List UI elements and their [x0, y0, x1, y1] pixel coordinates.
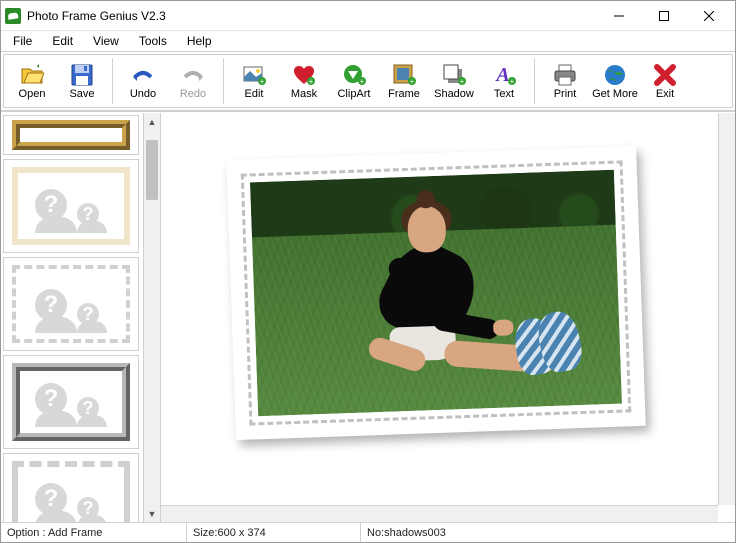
- menu-view[interactable]: View: [85, 32, 127, 50]
- svg-text:A: A: [494, 64, 509, 86]
- print-button[interactable]: Print: [541, 57, 589, 105]
- getmore-label: Get More: [592, 89, 638, 100]
- close-button[interactable]: [686, 2, 731, 30]
- photo-image: [250, 170, 622, 417]
- edit-label: Edit: [245, 89, 264, 100]
- shadow-label: Shadow: [434, 89, 474, 100]
- mask-label: Mask: [291, 89, 317, 100]
- placeholder-icon: ? ?: [24, 179, 118, 233]
- open-label: Open: [19, 89, 46, 100]
- status-bar: Option : Add Frame Size:600 x 374 No:sha…: [1, 522, 735, 542]
- exit-x-icon: [653, 63, 677, 87]
- svg-text:+: +: [360, 77, 365, 86]
- frame-button[interactable]: + Frame: [380, 57, 428, 105]
- svg-text:+: +: [460, 77, 465, 86]
- globe-icon: [603, 63, 627, 87]
- scroll-thumb[interactable]: [146, 140, 158, 200]
- status-size: Size:600 x 374: [187, 523, 361, 542]
- svg-text:+: +: [309, 77, 314, 86]
- open-folder-icon: [20, 63, 44, 87]
- save-label: Save: [69, 89, 94, 100]
- save-floppy-icon: [70, 63, 94, 87]
- status-option: Option : Add Frame: [1, 523, 187, 542]
- sidebar-scrollbar[interactable]: ▲ ▼: [143, 113, 160, 522]
- clipart-label: ClipArt: [337, 89, 370, 100]
- redo-arrow-icon: [181, 63, 205, 87]
- app-icon: [5, 8, 21, 24]
- text-label: Text: [494, 89, 514, 100]
- undo-button[interactable]: Undo: [119, 57, 167, 105]
- placeholder-icon: ? ?: [26, 377, 116, 427]
- canvas-scrollbar-vertical[interactable]: [718, 113, 735, 505]
- redo-button[interactable]: Redo: [169, 57, 217, 105]
- redo-label: Redo: [180, 89, 206, 100]
- toolbar-separator: [223, 58, 224, 104]
- svg-text:+: +: [510, 77, 515, 86]
- photo-frame[interactable]: [226, 146, 646, 440]
- print-label: Print: [554, 89, 577, 100]
- maximize-button[interactable]: [641, 2, 686, 30]
- text-icon: A+: [492, 63, 516, 87]
- frame-icon: +: [392, 63, 416, 87]
- toolbar-separator: [112, 58, 113, 104]
- printer-icon: [553, 63, 577, 87]
- clipart-button[interactable]: + ClipArt: [330, 57, 378, 105]
- getmore-button[interactable]: Get More: [591, 57, 639, 105]
- svg-text:+: +: [410, 77, 415, 86]
- text-button[interactable]: A+ Text: [480, 57, 528, 105]
- frame-thumb-cream[interactable]: ? ?: [3, 159, 139, 253]
- exit-button[interactable]: Exit: [641, 57, 689, 105]
- frame-label: Frame: [388, 89, 420, 100]
- frame-thumb-gold[interactable]: [3, 115, 139, 155]
- edit-image-icon: +: [242, 63, 266, 87]
- frame-thumb-grey[interactable]: ? ?: [3, 453, 139, 522]
- undo-label: Undo: [130, 89, 156, 100]
- window-title: Photo Frame Genius V2.3: [27, 9, 596, 23]
- menu-edit[interactable]: Edit: [44, 32, 81, 50]
- frame-thumb-stamp[interactable]: ? ?: [3, 257, 139, 351]
- mask-heart-icon: +: [292, 63, 316, 87]
- window-controls: [596, 2, 731, 30]
- shadow-button[interactable]: + Shadow: [430, 57, 478, 105]
- menu-tools[interactable]: Tools: [131, 32, 175, 50]
- body-area: ? ? ? ? ? ?: [1, 112, 735, 522]
- clipart-icon: +: [342, 63, 366, 87]
- shadow-icon: +: [442, 63, 466, 87]
- menu-bar: File Edit View Tools Help: [1, 31, 735, 51]
- scroll-up-button[interactable]: ▲: [144, 113, 160, 130]
- toolbar-separator: [534, 58, 535, 104]
- stamp-frame-border: [241, 160, 632, 425]
- canvas-area[interactable]: [161, 113, 735, 522]
- title-bar: Photo Frame Genius V2.3: [1, 1, 735, 31]
- placeholder-icon: ? ?: [24, 473, 118, 522]
- undo-arrow-icon: [131, 63, 155, 87]
- scroll-track[interactable]: [144, 130, 160, 505]
- toolbar-container: Open Save Undo Redo + Edit + Mask + Clip…: [1, 51, 735, 112]
- svg-text:+: +: [260, 77, 265, 86]
- open-button[interactable]: Open: [8, 57, 56, 105]
- minimize-button[interactable]: [596, 2, 641, 30]
- menu-help[interactable]: Help: [179, 32, 220, 50]
- mask-button[interactable]: + Mask: [280, 57, 328, 105]
- edit-button[interactable]: + Edit: [230, 57, 278, 105]
- status-no: No:shadows003: [361, 523, 735, 542]
- frame-sidebar: ? ? ? ? ? ?: [1, 113, 161, 522]
- menu-file[interactable]: File: [5, 32, 40, 50]
- exit-label: Exit: [656, 89, 674, 100]
- frame-thumbnails: ? ? ? ? ? ?: [1, 113, 143, 522]
- canvas-scrollbar-horizontal[interactable]: [161, 505, 718, 522]
- save-button[interactable]: Save: [58, 57, 106, 105]
- frame-thumb-silver[interactable]: ? ?: [3, 355, 139, 449]
- scroll-down-button[interactable]: ▼: [144, 505, 160, 522]
- toolbar: Open Save Undo Redo + Edit + Mask + Clip…: [3, 54, 733, 108]
- placeholder-icon: ? ?: [22, 275, 120, 333]
